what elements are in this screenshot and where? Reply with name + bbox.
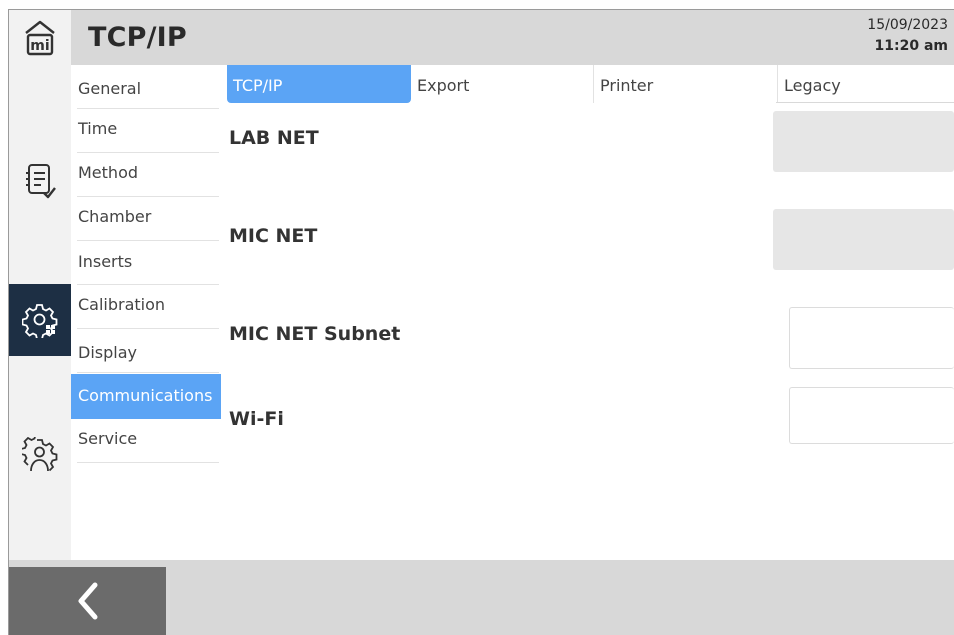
submenu-item-communications[interactable]: Communications	[71, 374, 221, 419]
svg-text:mi: mi	[30, 38, 49, 54]
settings-gear-icon	[22, 304, 58, 338]
submenu-item-label: General	[78, 79, 142, 98]
lab-net-label: LAB NET	[229, 127, 319, 149]
header-bar: TCP/IP 15/09/2023 11:20 am	[71, 10, 954, 65]
settings-submenu: General Time Method Chamber Inserts Cali…	[71, 65, 221, 463]
submenu-item-method[interactable]: Method	[71, 153, 221, 197]
submenu-item-display[interactable]: Display	[71, 329, 221, 373]
submenu-item-label: Chamber	[78, 207, 152, 226]
submenu-item-inserts[interactable]: Inserts	[71, 241, 221, 285]
submenu-item-time[interactable]: Time	[71, 109, 221, 153]
tab-label: Legacy	[784, 76, 841, 95]
tab-printer[interactable]: Printer	[593, 65, 777, 103]
date-display: 15/09/2023	[867, 17, 948, 33]
wifi-field[interactable]	[789, 387, 954, 444]
method-list-button[interactable]	[9, 150, 71, 212]
nav-rail: mi	[9, 10, 71, 560]
submenu-item-label: Time	[78, 119, 118, 138]
submenu-item-label: Display	[78, 343, 137, 362]
home-button[interactable]: mi	[9, 10, 71, 65]
user-gear-icon	[22, 437, 58, 472]
submenu-item-label: Calibration	[78, 295, 166, 314]
wifi-label: Wi-Fi	[229, 408, 284, 430]
mic-net-label: MIC NET	[229, 225, 318, 247]
submenu-item-label: Inserts	[78, 252, 133, 271]
home-icon: mi	[25, 20, 55, 55]
submenu-item-chamber[interactable]: Chamber	[71, 197, 221, 241]
tab-label: Export	[417, 76, 470, 95]
tab-tcpip[interactable]: TCP/IP	[227, 65, 411, 103]
tab-label: TCP/IP	[233, 76, 283, 95]
time-display: 11:20 am	[874, 38, 948, 54]
tab-export[interactable]: Export	[411, 65, 593, 103]
submenu-item-label: Method	[78, 163, 139, 182]
page-title: TCP/IP	[88, 22, 187, 53]
mic-net-subnet-label: MIC NET Subnet	[229, 323, 401, 345]
tab-divider	[776, 102, 954, 103]
chevron-left-icon	[78, 582, 97, 620]
submenu-item-label: Communications	[78, 386, 213, 405]
mic-net-subnet-field[interactable]	[789, 307, 954, 369]
checklist-icon	[26, 164, 56, 199]
user-settings-button[interactable]	[9, 424, 71, 486]
lab-net-field[interactable]	[773, 111, 954, 172]
mic-net-field[interactable]	[773, 209, 954, 270]
submenu-item-label: Service	[78, 429, 138, 448]
back-button[interactable]	[9, 567, 166, 635]
submenu-item-calibration[interactable]: Calibration	[71, 285, 221, 329]
tab-label: Printer	[600, 76, 654, 95]
settings-button[interactable]	[9, 284, 71, 356]
tab-legacy[interactable]: Legacy	[777, 65, 954, 103]
submenu-item-general[interactable]: General	[71, 65, 221, 109]
tab-bar: TCP/IP Export Printer Legacy	[227, 65, 954, 103]
submenu-item-service[interactable]: Service	[71, 419, 221, 463]
